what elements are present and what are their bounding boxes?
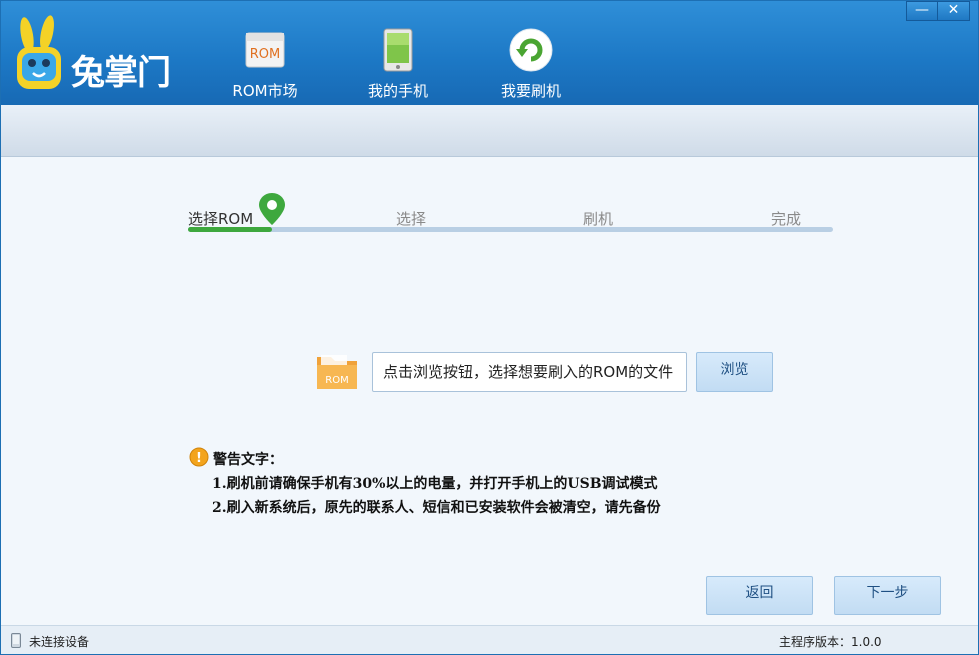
- mobile-device-icon: [11, 633, 21, 648]
- device-connection-status: 未连接设备: [29, 635, 90, 649]
- main-window: 兔掌门 ROM ROM市场 我的手机 我要刷机 — ✕ 选择ROM 选择 刷机 …: [0, 0, 979, 655]
- warning-line-2: 2.刷入新系统后，原先的联系人、短信和已安装软件会被清空，请先备份: [212, 500, 661, 516]
- rom-folder-icon: ROM: [315, 351, 359, 391]
- nav-my-phone-label: 我的手机: [367, 82, 428, 100]
- nav-flash-phone[interactable]: 我要刷机: [476, 27, 586, 101]
- phone-icon: [375, 27, 421, 73]
- step-progress-fill: [188, 227, 272, 232]
- top-header: 兔掌门 ROM ROM市场 我的手机 我要刷机 — ✕: [1, 1, 978, 105]
- step-flash: 刷机: [583, 210, 614, 228]
- sub-toolbar: [1, 105, 978, 157]
- rom-path-field[interactable]: 点击浏览按钮，选择想要刷入的ROM的文件: [372, 352, 687, 392]
- location-pin-icon: [259, 193, 285, 225]
- rabbit-icon: [17, 15, 61, 89]
- folder-icon-text: ROM: [325, 375, 348, 386]
- app-version: 主程序版本：1.0.0: [779, 635, 882, 649]
- rom-icon-text: ROM: [250, 47, 280, 62]
- window-controls: — ✕: [906, 1, 970, 21]
- minimize-button[interactable]: —: [906, 1, 938, 21]
- nav-my-phone[interactable]: 我的手机: [343, 27, 453, 101]
- warning-line-1: 1.刷机前请确保手机有30%以上的电量，并打开手机上的USB调试模式: [212, 476, 658, 492]
- nav-flash-phone-label: 我要刷机: [500, 82, 561, 100]
- step-select: 选择: [396, 210, 427, 228]
- nav-rom-market[interactable]: ROM ROM市场: [210, 27, 320, 101]
- warning-icon-text: !: [196, 451, 202, 466]
- back-button[interactable]: 返回: [706, 576, 813, 615]
- refresh-flash-icon: [508, 27, 554, 73]
- app-logo: 兔掌门: [13, 15, 178, 95]
- step-select-rom: 选择ROM: [188, 210, 254, 228]
- rom-package-icon: ROM: [242, 27, 288, 73]
- step-track: [188, 227, 833, 232]
- app-name: 兔掌门: [71, 53, 171, 93]
- next-step-button[interactable]: 下一步: [834, 576, 941, 615]
- nav-rom-market-label: ROM市场: [232, 82, 298, 100]
- step-complete: 完成: [771, 210, 802, 228]
- warning-title: 警告文字：: [213, 452, 283, 468]
- status-bar: 未连接设备 主程序版本：1.0.0: [1, 625, 978, 654]
- browse-button[interactable]: 浏览: [696, 352, 773, 392]
- close-button[interactable]: ✕: [938, 1, 970, 21]
- warning-icon: !: [189, 447, 209, 467]
- step-progress: 选择ROM 选择 刷机 完成: [188, 193, 833, 236]
